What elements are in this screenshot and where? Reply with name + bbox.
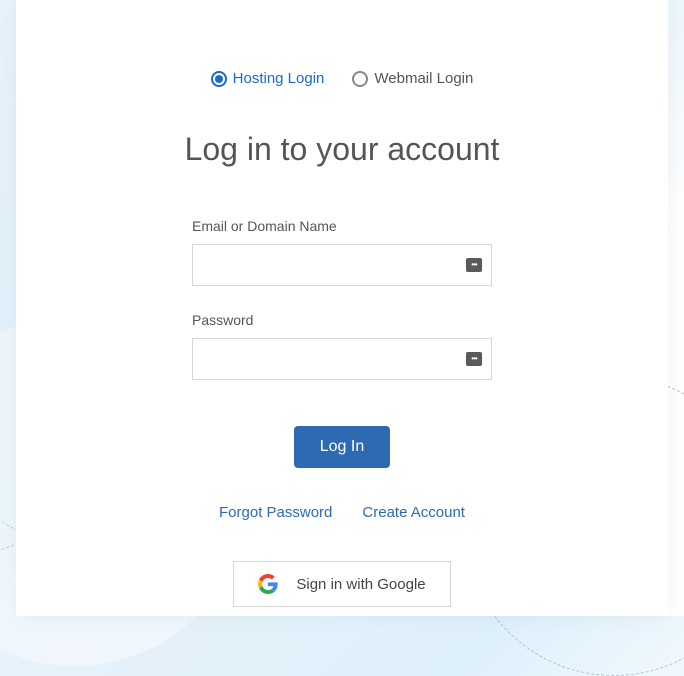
email-input-wrap [192, 244, 492, 286]
helper-links: Forgot Password Create Account [219, 504, 465, 521]
tab-hosting-label: Hosting Login [233, 70, 325, 87]
login-card: Hosting Login Webmail Login Log in to yo… [16, 0, 668, 616]
google-icon [258, 574, 278, 594]
password-label: Password [192, 312, 492, 328]
login-button[interactable]: Log In [294, 426, 390, 468]
password-input[interactable] [192, 338, 492, 380]
page-title: Log in to your account [185, 131, 500, 168]
password-input-wrap [192, 338, 492, 380]
email-label: Email or Domain Name [192, 218, 492, 234]
login-type-tabs: Hosting Login Webmail Login [211, 70, 474, 87]
radio-unselected-icon [352, 71, 368, 87]
google-signin-label: Sign in with Google [296, 576, 425, 593]
google-signin-button[interactable]: Sign in with Google [233, 561, 450, 607]
tab-webmail-label: Webmail Login [374, 70, 473, 87]
autofill-icon[interactable] [466, 258, 482, 272]
tab-hosting-login[interactable]: Hosting Login [211, 70, 325, 87]
login-form: Email or Domain Name Password Log In [192, 218, 492, 468]
create-account-link[interactable]: Create Account [362, 504, 465, 521]
autofill-icon[interactable] [466, 352, 482, 366]
email-input[interactable] [192, 244, 492, 286]
forgot-password-link[interactable]: Forgot Password [219, 504, 332, 521]
tab-webmail-login[interactable]: Webmail Login [352, 70, 473, 87]
radio-selected-icon [211, 71, 227, 87]
